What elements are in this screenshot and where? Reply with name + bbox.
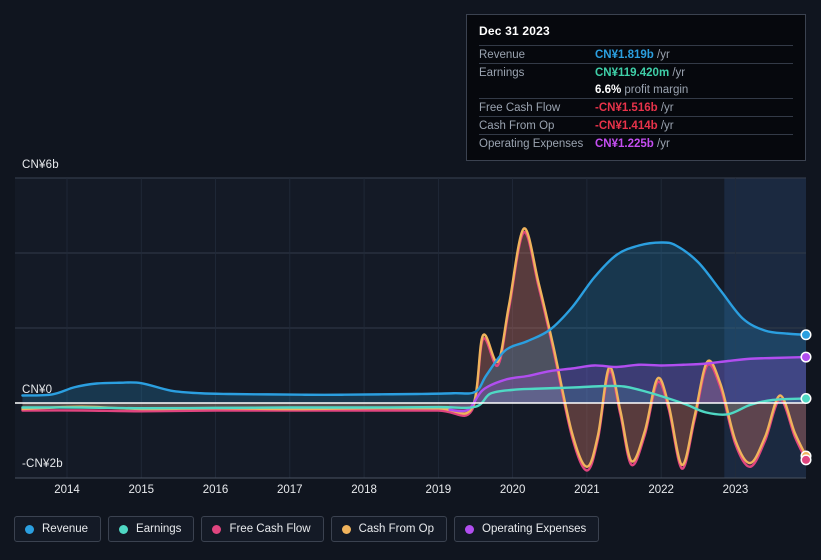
tooltip-value-unit: /yr <box>657 120 674 132</box>
tooltip-row: Earnings CN¥119.420m /yr <box>479 63 793 81</box>
tooltip-row-value: -CN¥1.414b /yr <box>595 120 674 132</box>
legend-color-dot <box>341 524 351 534</box>
x-tick-2019: 2019 <box>425 484 452 496</box>
end-marker-free-cash-flow[interactable] <box>800 454 812 466</box>
legend-color-dot <box>465 524 475 534</box>
y-axis-label-top: CN¥6b <box>22 159 59 171</box>
tooltip-row-label: Earnings <box>479 67 525 79</box>
legend-item-free-cash-flow[interactable]: Free Cash Flow <box>201 516 324 542</box>
chart-legend: Revenue Earnings Free Cash Flow Cash From O… <box>14 516 600 542</box>
marker-dot <box>802 353 810 362</box>
financial-chart-page: CN¥6b CN¥0 -CN¥2b 2014 2015 2016 2017 2018 20… <box>0 0 821 560</box>
legend-item-operating-expenses[interactable]: Operating Expenses <box>454 516 600 542</box>
legend-color-dot <box>212 524 222 534</box>
x-tick-2023: 2023 <box>722 484 749 496</box>
tooltip-value-number: 6.6% <box>595 84 622 96</box>
legend-color-dot <box>119 524 129 534</box>
tooltip-row: Operating Expenses CN¥1.225b /yr <box>479 134 793 152</box>
x-tick-2014: 2014 <box>54 484 80 496</box>
end-marker-revenue[interactable] <box>800 329 812 341</box>
legend-item-revenue[interactable]: Revenue <box>14 516 102 542</box>
end-marker-operating-expenses[interactable] <box>800 351 812 363</box>
x-tick-2018: 2018 <box>351 484 377 496</box>
tooltip-value-number: CN¥1.225b <box>595 138 654 150</box>
legend-color-dot <box>25 524 34 534</box>
legend-label: Revenue <box>42 523 89 535</box>
tooltip-row-value: 6.6% profit margin <box>595 84 688 96</box>
tooltip-row-value: CN¥1.225b /yr <box>595 138 670 150</box>
tooltip-value-unit: /yr <box>669 67 686 79</box>
tooltip-date: Dec 31 2023 <box>479 24 550 38</box>
legend-item-earnings[interactable]: Earnings <box>108 516 195 542</box>
marker-dot <box>802 455 810 464</box>
tooltip-value-number: -CN¥1.414b <box>595 120 658 132</box>
x-tick-2020: 2020 <box>499 484 526 496</box>
tooltip-row-label: Revenue <box>479 49 526 61</box>
y-axis-label-bottom: -CN¥2b <box>22 458 63 470</box>
tooltip-row: Revenue CN¥1.819b /yr <box>479 45 793 63</box>
tooltip-row-value: -CN¥1.516b /yr <box>595 102 674 114</box>
tooltip-row-label: Free Cash Flow <box>479 102 561 114</box>
tooltip-value-unit: /yr <box>653 138 670 150</box>
tooltip-rows: Revenue CN¥1.819b /yr Earnings CN¥119.420m … <box>479 45 793 152</box>
legend-label: Earnings <box>136 523 182 535</box>
legend-item-cash-from-op[interactable]: Cash From Op <box>330 516 448 542</box>
x-tick-2021: 2021 <box>574 484 600 496</box>
tooltip-row-value: CN¥119.420m /yr <box>595 67 685 79</box>
tooltip-row-label: Cash From Op <box>479 120 555 132</box>
tooltip-row: Free Cash Flow -CN¥1.516b /yr <box>479 98 793 116</box>
tooltip-value-number: CN¥119.420m <box>595 67 670 79</box>
tooltip-value-number: -CN¥1.516b <box>595 102 658 114</box>
x-tick-2015: 2015 <box>128 484 155 496</box>
end-marker-earnings[interactable] <box>800 393 812 405</box>
legend-label: Cash From Op <box>358 523 435 535</box>
tooltip-row-label: Operating Expenses <box>479 138 584 150</box>
tooltip-row: Cash From Op -CN¥1.414b /yr <box>479 116 793 134</box>
legend-label: Free Cash Flow <box>229 523 311 535</box>
legend-label: Operating Expenses <box>482 523 587 535</box>
tooltip-value-number: CN¥1.819b <box>595 49 654 61</box>
x-tick-2016: 2016 <box>202 484 229 496</box>
x-tick-2022: 2022 <box>648 484 674 496</box>
tooltip-row-value: CN¥1.819b /yr <box>595 49 670 61</box>
tooltip-value-unit: /yr <box>653 49 670 61</box>
y-axis-label-zero: CN¥0 <box>22 384 53 396</box>
tooltip-row: 6.6% profit margin <box>479 81 793 98</box>
tooltip-value-unit: /yr <box>657 102 674 114</box>
x-tick-2017: 2017 <box>277 484 303 496</box>
marker-dot <box>802 330 810 339</box>
tooltip-value-unit: profit margin <box>621 84 689 96</box>
chart-tooltip: Dec 31 2023 Revenue CN¥1.819b /yr Earnings… <box>466 14 806 161</box>
marker-dot <box>802 394 810 403</box>
